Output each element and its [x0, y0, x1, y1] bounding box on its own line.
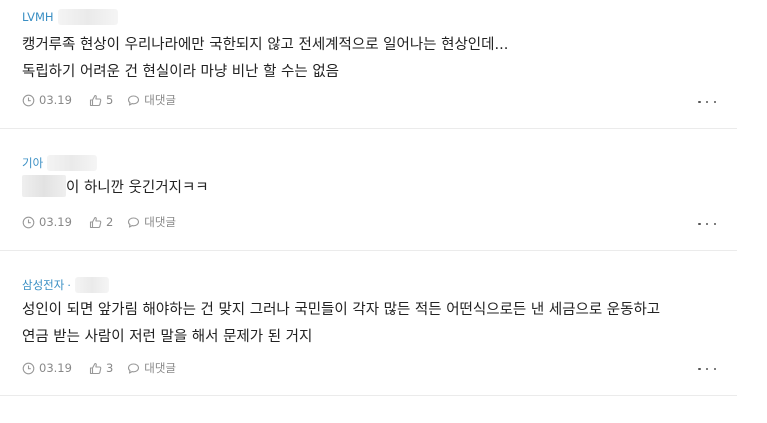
blurred-word — [22, 175, 66, 197]
thumbs-up-icon — [89, 216, 102, 228]
speech-bubble-icon — [128, 216, 140, 228]
comment-meta: 03.19 5 대댓글 — [22, 92, 176, 108]
blurred-author-info — [74, 277, 109, 293]
comment-date-text: 03.19 — [39, 361, 72, 375]
like-count: 5 — [105, 93, 114, 107]
comment-author[interactable]: 기아 — [22, 155, 43, 171]
speech-bubble-icon — [128, 94, 140, 106]
thumbs-up-icon — [89, 362, 102, 374]
more-dots-icon — [698, 367, 701, 371]
reply-button[interactable]: 대댓글 — [127, 360, 176, 376]
comment-meta: 03.19 3 대댓글 — [22, 360, 176, 376]
comment-text-content: 이 하니깐 웃긴거지ㅋㅋ — [66, 180, 209, 196]
comment-date: 03.19 — [22, 215, 72, 229]
clock-icon — [22, 216, 35, 228]
reply-button[interactable]: 대댓글 — [127, 92, 176, 108]
comment-meta: 03.19 2 대댓글 — [22, 214, 176, 230]
comment-date: 03.19 — [22, 93, 72, 107]
comment-text: 캥거루족 현상이 우리나라에만 국한되지 않고 전세계적으로 일어나는 현상인데… — [22, 37, 509, 80]
blurred-author-info — [57, 9, 118, 25]
reply-label: 대댓글 — [144, 215, 177, 229]
comment-text: 성인이 되면 앞가림 해야하는 건 맞지 그러나 국민들이 각자 많든 적든 어… — [22, 302, 661, 345]
comment-date: 03.19 — [22, 361, 72, 375]
reply-label: 대댓글 — [144, 93, 177, 107]
author-separator: · — [67, 278, 71, 292]
reply-button[interactable]: 대댓글 — [127, 214, 176, 230]
comment-item: LVMH 캥거루족 현상이 우리나라에만 국한되지 않고 전세계적으로 일어나는… — [0, 0, 737, 129]
more-options-button[interactable] — [698, 218, 716, 230]
comment-item: 기아 이 하니깐 웃긴거지ㅋㅋ 03.19 2 대댓글 — [0, 129, 737, 251]
like-button[interactable]: 2 — [89, 215, 113, 229]
more-options-button[interactable] — [698, 363, 716, 375]
more-dots-icon — [698, 222, 701, 226]
like-count: 2 — [105, 215, 114, 229]
more-dots-icon — [698, 100, 701, 104]
like-button[interactable]: 5 — [89, 93, 113, 107]
comment-author[interactable]: 삼성전자 — [22, 277, 64, 293]
blurred-author-info — [47, 155, 98, 171]
reply-label: 대댓글 — [144, 361, 177, 375]
more-options-button[interactable] — [698, 96, 716, 108]
clock-icon — [22, 362, 35, 374]
like-count: 3 — [105, 361, 114, 375]
comment-date-text: 03.19 — [39, 215, 72, 229]
clock-icon — [22, 94, 35, 106]
thumbs-up-icon — [89, 94, 102, 106]
comment-text: 이 하니깐 웃긴거지ㅋㅋ — [22, 175, 209, 202]
comment-date-text: 03.19 — [39, 93, 72, 107]
comment-author-row: 삼성전자 · — [22, 277, 109, 293]
comment-author[interactable]: LVMH — [22, 10, 54, 24]
comment-author-row: 기아 — [22, 155, 98, 171]
comment-author-row: LVMH — [22, 9, 118, 25]
like-button[interactable]: 3 — [89, 361, 113, 375]
comment-item: 삼성전자 · 성인이 되면 앞가림 해야하는 건 맞지 그러나 국민들이 각자 … — [0, 251, 737, 396]
speech-bubble-icon — [128, 362, 140, 374]
